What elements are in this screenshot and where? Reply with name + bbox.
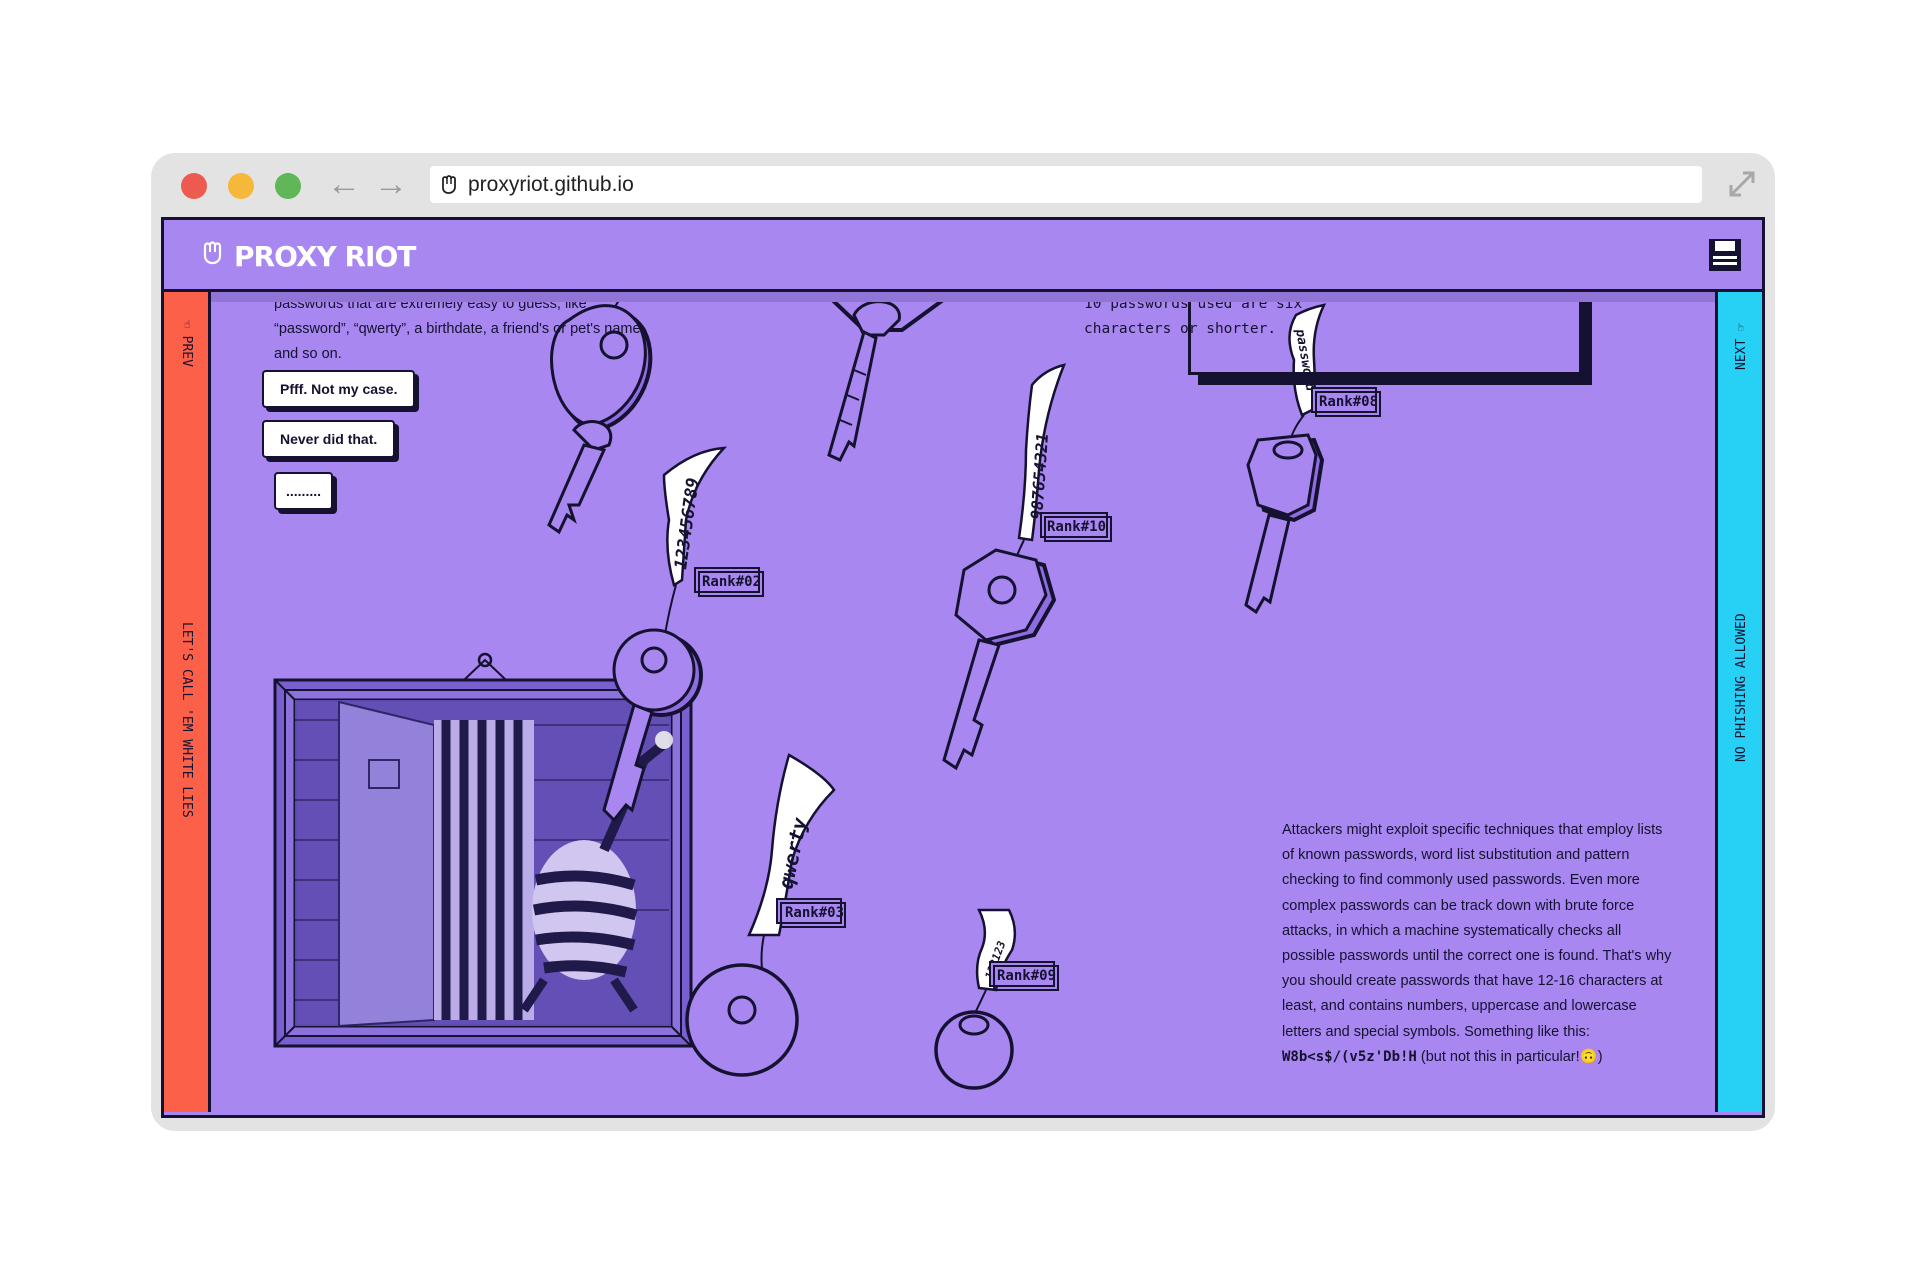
rank-label-02: Rank#02 [702,574,761,590]
maximize-window-button[interactable] [275,173,301,199]
rank-label-09: Rank#09 [997,968,1056,984]
key-rank-10: 987654321 Rank#10 [942,363,1112,771]
floppy-disk-icon[interactable] [1706,236,1744,274]
cartoon-frame [273,652,693,1048]
hand-point-icon: ☞ [1734,323,1749,331]
expand-icon[interactable] [1725,167,1759,201]
fist-icon [442,174,456,194]
info-paragraph: Attackers might exploit specific techniq… [1282,818,1672,1070]
browser-window: ← → proxyriot.github.io 123456789 Rank#0… [151,153,1775,1131]
rank-label-03: Rank#03 [785,905,844,921]
minimize-window-button[interactable] [228,173,254,199]
prev-label: PREV [179,335,194,367]
prev-nav[interactable]: ☜ PREV LET'S CALL 'EM WHITE LIES [164,292,211,1112]
speech-bubble-2: Never did that. [262,420,396,458]
url-text: proxyriot.github.io [468,172,634,196]
intro-paragraph: passwords that are extremely easy to gue… [274,296,641,362]
key-rank-09: 123123 Rank#09 [934,908,1059,1090]
info-text: Attackers might exploit specific techniq… [1282,822,1672,1040]
example-note: (but not this in particular!🙃) [1420,1048,1603,1065]
key-top-middle [818,290,961,462]
speech-bubble-3: ......... [274,472,334,510]
hand-point-icon: ☜ [179,320,194,328]
rank-label-10: Rank#10 [1047,519,1106,535]
header-shadow [164,292,1762,302]
next-label: NEXT [1734,338,1749,370]
key-rank-03: qwerty Rank#03 [685,753,846,1077]
site-header: PROXY RIOT [164,220,1762,292]
next-title: NO PHISHING ALLOWED [1734,613,1749,762]
example-password: W8b<s$/(v5z'Db!H [1282,1048,1417,1065]
arrow-left-icon[interactable]: ← [327,167,361,201]
speech-bubble-1: Pfff. Not my case. [262,370,416,408]
prev-title: LET'S CALL 'EM WHITE LIES [179,622,194,818]
fist-icon[interactable] [200,240,226,268]
rank-label-08: Rank#08 [1319,394,1378,410]
page-viewport: 123456789 Rank#02 qwerty Rank#03 9876543… [161,217,1765,1118]
arrow-right-icon[interactable]: → [374,167,408,201]
address-bar[interactable]: proxyriot.github.io [430,166,1702,203]
brand-logo[interactable]: PROXY RIOT [234,240,416,273]
next-nav[interactable]: NEXT ☞ NO PHISHING ALLOWED [1715,292,1762,1112]
close-window-button[interactable] [181,173,207,199]
